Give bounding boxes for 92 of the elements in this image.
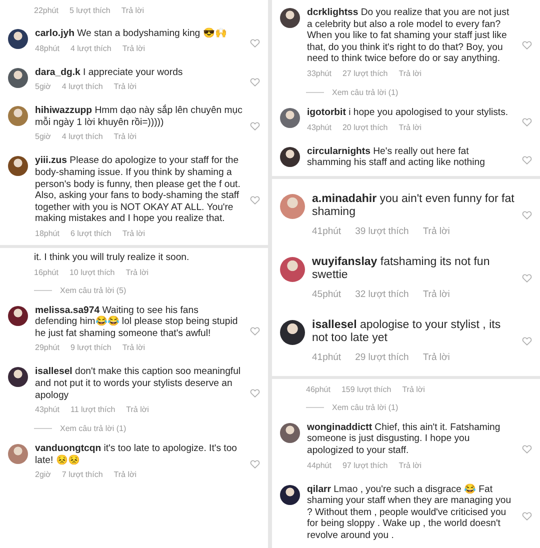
view-replies-link[interactable]: Xem câu trả lời (1) (60, 424, 126, 434)
comment-text: isallesel don't make this caption soo meaningful and not put it to words your stylists deserve an apology (35, 366, 242, 402)
heart-icon[interactable] (250, 76, 260, 87)
likes-count[interactable]: 27 lượt thích (342, 68, 388, 78)
likes-count[interactable]: 4 lượt thích (62, 82, 103, 92)
comment-text: a.minadahir you ain't even funny for fat shaming (312, 192, 515, 220)
time-label: 44phút (307, 460, 332, 470)
heart-icon[interactable] (250, 388, 260, 398)
comment-text: wonginaddictt Chief, this ain't it. Fatshaming someone is just disgusting. I hope you apologized to your staff. (307, 422, 502, 457)
likes-count[interactable]: 97 lượt thích (342, 460, 388, 470)
likes-count[interactable]: 20 lượt thích (342, 122, 388, 132)
reply-link[interactable]: Trả lời (126, 268, 148, 277)
reply-link[interactable]: Trả lời (114, 132, 136, 142)
likes-count[interactable]: 6 lượt thích (70, 228, 112, 238)
time-label: 41phút (312, 226, 342, 237)
heart-icon[interactable] (250, 38, 260, 48)
reply-link[interactable]: Trả lời (422, 226, 450, 237)
heart-icon[interactable] (522, 117, 532, 128)
heart-icon[interactable] (522, 336, 532, 346)
time-label: 43phút (35, 405, 60, 414)
time-label: 18phút (35, 228, 60, 238)
reply-link[interactable]: Trả lời (398, 68, 422, 78)
view-replies-link[interactable]: Xem câu trả lời (5) (60, 286, 126, 295)
time-label: 41phút (312, 352, 342, 363)
heart-icon[interactable] (522, 272, 532, 283)
comment-text: it. I think you will truly realize it soon. (34, 252, 190, 264)
reply-link[interactable]: Trả lời (121, 6, 144, 15)
likes-count[interactable]: 4 lượt thích (62, 132, 103, 142)
comment-text: wuyifanslay fatshaming its not fun swettie (312, 256, 491, 283)
comment-text: qilarr Lmao , you're such a disgrace 😂 Fat shaming your staff when they are managing you ? Without them , people would've criticised you for being sloppy . Wake up , the world doesn't revolve around you . (307, 484, 512, 542)
comment-text: vanduongtcqn it's too late to apologize. It's too late! 😣😣 (35, 443, 238, 466)
likes-count[interactable]: 9 lượt thích (70, 343, 112, 352)
comment-text: melissa.sa974 Waiting to see his fans defending him😂😂 lol please stop being stupid he just fat shaming someone that's awful! (35, 304, 239, 340)
avatar[interactable] (280, 146, 300, 167)
avatar[interactable] (280, 484, 300, 505)
reply-link[interactable]: Trả lời (398, 122, 422, 132)
heart-icon[interactable] (522, 40, 532, 50)
comment-text: yiii.zus Please do apologize to your staff for the body-shaming issue. If you think by shaming a person's body is funny, then please get the f out. Also, asking your fans to body-shaming the staff together with you is NOT OKAY AT ALL. You're making mistakes and I hope you realize that. (35, 155, 242, 225)
comment-text: isallesel apologise to your stylist , its not too late yet (312, 318, 502, 346)
heart-icon[interactable] (522, 510, 532, 521)
avatar[interactable] (8, 156, 28, 176)
time-label: 2giờ (35, 470, 51, 480)
reply-link[interactable]: Trả lời (398, 460, 422, 470)
time-label: 45phút (312, 288, 342, 300)
likes-count[interactable]: 11 lượt thích (70, 405, 116, 414)
reply-link[interactable]: Trả lời (122, 228, 146, 238)
heart-icon[interactable] (250, 121, 260, 132)
reply-link[interactable]: Trả lời (402, 384, 425, 394)
time-label: 43phút (307, 122, 332, 132)
likes-count[interactable]: 5 lượt thích (69, 6, 110, 15)
likes-count[interactable]: 7 lượt thích (62, 470, 103, 480)
avatar[interactable] (8, 306, 28, 326)
likes-count[interactable]: 32 lượt thích (355, 288, 409, 300)
time-label: 16phút (34, 268, 58, 277)
time-label: 29phút (35, 343, 60, 352)
likes-count[interactable]: 29 lượt thích (355, 352, 409, 363)
avatar[interactable] (280, 320, 305, 345)
time-label: 46phút (306, 384, 330, 394)
comment-text: carlo.jyh We stan a bodyshaming king 😎🙌 (35, 28, 228, 40)
comment-text: dcrklightss Do you realize that you are not just a celebrity but also a role model to every fan? When you like to fat shaming your staff just like that, do you think it's right to do that? Boy, you need to think twice before do or say anything. (307, 7, 510, 65)
time-label: 33phút (307, 68, 332, 78)
heart-icon[interactable] (522, 444, 532, 454)
heart-icon[interactable] (522, 155, 532, 166)
reply-link[interactable]: Trả lời (114, 82, 136, 92)
reply-link[interactable]: Trả lời (422, 352, 450, 363)
avatar[interactable] (8, 68, 28, 88)
view-replies-link[interactable]: Xem câu trả lời (1) (332, 402, 398, 412)
comment-text: igotorbit i hope you apologised to your stylists. (307, 106, 510, 119)
likes-count[interactable]: 4 lượt thích (70, 44, 112, 53)
comment-text: circularnights He's really out here fat shamming his staff and acting like nothing (307, 146, 486, 169)
comment-text: hihiwazzupp Hmm dạo này sắp lên chuyên mục mỗi ngày 1 lời khuyên rồi=))))) (35, 105, 243, 128)
likes-count[interactable]: 159 lượt thích (341, 384, 392, 394)
likes-count[interactable]: 10 lượt thích (69, 268, 115, 277)
time-label: 5giờ (35, 132, 51, 142)
reply-link[interactable]: Trả lời (114, 470, 136, 480)
heart-icon[interactable] (250, 194, 260, 205)
time-label: 5giờ (35, 82, 51, 92)
time-label: 22phút (34, 6, 58, 15)
likes-count[interactable]: 39 lượt thích (355, 226, 409, 237)
reply-link[interactable]: Trả lời (122, 44, 146, 53)
reply-link[interactable]: Trả lời (122, 343, 146, 352)
time-label: 48phút (35, 44, 60, 53)
avatar[interactable] (8, 367, 28, 388)
heart-icon[interactable] (250, 326, 260, 336)
comment-text: dara_dg.k I appreciate your words (35, 66, 184, 78)
avatar[interactable] (8, 29, 28, 49)
heart-icon[interactable] (522, 210, 532, 220)
reply-link[interactable]: Trả lời (126, 405, 149, 414)
view-replies-link[interactable]: Xem câu trả lời (1) (332, 88, 398, 97)
avatar[interactable] (280, 8, 300, 28)
reply-link[interactable]: Trả lời (422, 288, 450, 300)
heart-icon[interactable] (250, 459, 260, 470)
